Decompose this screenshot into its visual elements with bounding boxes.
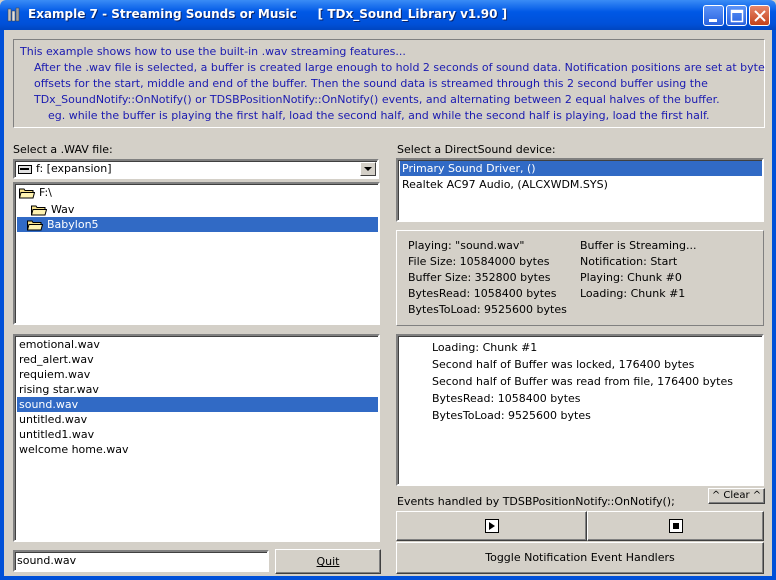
app-icon [7, 7, 20, 22]
device-item-selected[interactable]: Primary Sound Driver, () [400, 161, 762, 176]
maximize-icon [730, 9, 744, 23]
status-loading-chunk: Loading: Chunk #1 [580, 287, 686, 300]
stop-icon [668, 519, 683, 533]
open-folder-icon [27, 220, 43, 231]
clear-label: ^ Clear ^ [711, 490, 762, 501]
log-line: BytesRead: 1058400 bytes [432, 392, 581, 405]
file-item[interactable]: untitled.wav [17, 412, 87, 427]
play-icon [484, 519, 499, 533]
status-panel: Playing: "sound.wav" File Size: 10584000… [396, 230, 764, 326]
file-list[interactable]: emotional.wav red_alert.wav requiem.wav … [13, 334, 380, 542]
quit-button[interactable]: Quit [275, 549, 381, 574]
drive-combo[interactable]: f: [expansion] [13, 159, 379, 179]
description-line: After the .wav file is selected, a buffe… [20, 61, 765, 74]
status-right-column: Buffer is Streaming... Notification: Sta… [580, 238, 696, 302]
status-streaming: Buffer is Streaming... [580, 239, 697, 252]
minimize-button[interactable] [703, 5, 724, 26]
status-buffer-size: Buffer Size: 352800 bytes [408, 271, 551, 284]
status-left-column: Playing: "sound.wav" File Size: 10584000… [408, 238, 567, 318]
log-line: Second half of Buffer was locked, 176400… [432, 358, 695, 371]
filename-field[interactable]: sound.wav [13, 550, 269, 572]
status-playing: Playing: "sound.wav" [408, 239, 525, 252]
stop-button[interactable] [587, 511, 764, 541]
device-list[interactable]: Primary Sound Driver, () Realtek AC97 Au… [396, 158, 764, 222]
log-line: Second half of Buffer was read from file… [432, 375, 733, 388]
device-label: Select a DirectSound device: [397, 143, 556, 156]
description-line: offsets for the start, middle and end of… [20, 77, 708, 90]
file-item[interactable]: requiem.wav [17, 367, 90, 382]
file-item-selected[interactable]: sound.wav [17, 397, 378, 412]
status-playing-chunk: Playing: Chunk #0 [580, 271, 682, 284]
file-item[interactable]: rising star.wav [17, 382, 99, 397]
log-line: Loading: Chunk #1 [432, 341, 538, 354]
open-folder-icon [19, 188, 35, 199]
toggle-handlers-button[interactable]: Toggle Notification Event Handlers [396, 542, 764, 574]
window-title: Example 7 - Streaming Sounds or Music [ … [28, 7, 508, 21]
status-bytes-to-load: BytesToLoad: 9525600 bytes [408, 303, 567, 316]
status-bytes-read: BytesRead: 1058400 bytes [408, 287, 557, 300]
chevron-down-icon [364, 167, 372, 171]
file-item[interactable]: untitled1.wav [17, 427, 94, 442]
device-item[interactable]: Realtek AC97 Audio, (ALCXWDM.SYS) [400, 177, 608, 192]
file-item[interactable]: red_alert.wav [17, 352, 94, 367]
description-line: TDx_SoundNotify::OnNotify() or TDSBPosit… [20, 93, 720, 106]
folder-item-babylon5[interactable]: Babylon5 [17, 217, 378, 232]
log-line: BytesToLoad: 9525600 bytes [432, 409, 591, 422]
minimize-icon [709, 19, 717, 22]
clear-button[interactable]: ^ Clear ^ [708, 488, 765, 504]
wav-file-label: Select a .WAV file: [13, 143, 113, 156]
toggle-handlers-label: Toggle Notification Event Handlers [485, 551, 675, 564]
file-item[interactable]: emotional.wav [17, 337, 100, 352]
log-lines: Loading: Chunk #1 Second half of Buffer … [432, 339, 733, 424]
description-panel: This example shows how to use the built-… [13, 39, 765, 128]
open-folder-icon [31, 205, 47, 216]
status-notification: Notification: Start [580, 255, 678, 268]
quit-label: Quit [316, 555, 340, 568]
play-button[interactable] [396, 511, 587, 541]
combo-dropdown-button[interactable] [360, 162, 376, 176]
file-item[interactable]: welcome home.wav [17, 442, 129, 457]
events-handled-label: Events handled by TDSBPositionNotify::On… [397, 495, 675, 508]
filename-value: sound.wav [17, 554, 77, 567]
drive-icon [18, 165, 32, 174]
window-frame-bottom [0, 576, 776, 580]
event-log[interactable]: Loading: Chunk #1 Second half of Buffer … [396, 334, 764, 486]
close-button[interactable] [749, 5, 770, 26]
status-file-size: File Size: 10584000 bytes [408, 255, 550, 268]
description-line: This example shows how to use the built-… [20, 45, 406, 58]
description-line: eg. while the buffer is playing the firs… [20, 109, 710, 122]
drive-value: f: [expansion] [36, 162, 112, 175]
folder-item-wav[interactable]: Wav [29, 202, 377, 217]
close-icon [754, 10, 766, 22]
folder-list[interactable]: F:\ Wav Babylon5 [13, 182, 380, 325]
maximize-button[interactable] [726, 5, 747, 26]
window-frame-right [772, 30, 776, 580]
folder-item-root[interactable]: F:\ [17, 185, 377, 200]
